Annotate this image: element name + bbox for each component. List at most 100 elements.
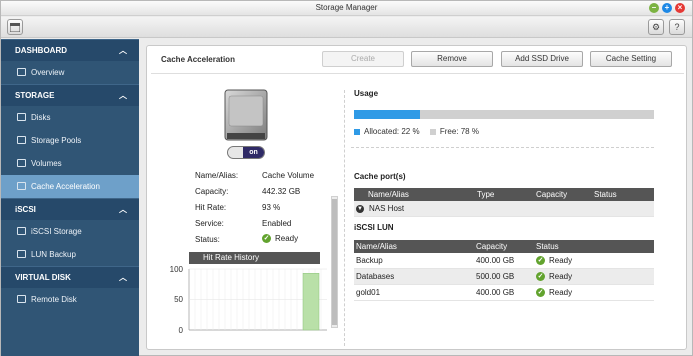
gear-icon[interactable]: ⚙ [648, 19, 664, 35]
create-button[interactable]: Create [322, 51, 404, 67]
check-icon: ✓ [536, 288, 545, 298]
sidebar-item-cache-acceleration[interactable]: Cache Acceleration [1, 175, 139, 198]
sidebar-item-remote-disk[interactable]: Remote Disk [1, 288, 139, 311]
remote-disk-icon [17, 295, 26, 303]
sidebar-section-label: DASHBOARD [15, 46, 67, 55]
table-cell: 400.00 GB [476, 288, 515, 297]
status-label: Status: [195, 235, 220, 244]
chevron-up-icon[interactable]: ︿ [119, 199, 127, 221]
name-value: Cache Volume [262, 171, 315, 180]
table-cell: Backup [356, 256, 383, 265]
sidebar-item-label: Remote Disk [31, 295, 77, 304]
hit-rate-history-header: Hit Rate History [189, 252, 320, 264]
sidebar-section-dashboard[interactable]: DASHBOARD ︿ [1, 39, 139, 61]
usage-allocated-fill [354, 110, 420, 119]
sidebar-item-disks[interactable]: Disks [1, 106, 139, 129]
capacity-label: Capacity: [195, 187, 229, 196]
iscsi-lun-table: Name/Alias Capacity Status Backup 400.00… [354, 240, 654, 301]
table-header: Name/Alias Capacity Status [354, 240, 654, 253]
table-header: Name/Alias Type Capacity Status [354, 188, 654, 201]
status-value: ✓ Ready [262, 234, 299, 244]
status-text: Ready [275, 234, 299, 243]
sidebar-item-label: Overview [31, 68, 65, 77]
table-cell: ✓ Ready [536, 253, 572, 269]
sidebar-item-label: Disks [31, 113, 51, 122]
capacity-value: 442.32 GB [262, 187, 301, 196]
table-row[interactable]: ▼ NAS Host [354, 201, 654, 217]
help-button[interactable]: ? [669, 19, 685, 35]
table-row[interactable]: Backup 400.00 GB ✓ Ready [354, 253, 654, 269]
maximize-icon[interactable]: + [662, 3, 672, 13]
iscsi-lun-title: iSCSI LUN [354, 223, 394, 232]
iscsi-icon [17, 227, 26, 235]
hit-rate-label: Hit Rate: [195, 203, 227, 212]
column-header: Name/Alias [356, 242, 397, 251]
cache-setting-button[interactable]: Cache Setting [590, 51, 672, 67]
free-label: Free: 78 % [439, 127, 479, 136]
check-icon: ✓ [536, 272, 545, 282]
column-divider [344, 90, 345, 346]
table-row[interactable]: gold01 400.00 GB ✓ Ready [354, 285, 654, 301]
sidebar-item-volumes[interactable]: Volumes [1, 152, 139, 175]
cache-ports-table: Name/Alias Type Capacity Status ▼ NAS Hos… [354, 188, 654, 217]
column-header: Status [594, 190, 617, 199]
close-icon[interactable]: × [675, 3, 685, 13]
sidebar-section-virtual-disk[interactable]: VIRTUAL DISK ︿ [1, 266, 139, 288]
sidebar-section-iscsi[interactable]: iSCSI ︿ [1, 198, 139, 220]
sidebar-section-label: VIRTUAL DISK [15, 273, 71, 282]
chevron-up-icon[interactable]: ︿ [119, 40, 127, 62]
cache-icon [17, 182, 26, 190]
minimize-icon[interactable]: – [649, 3, 659, 13]
sidebar-item-overview[interactable]: Overview [1, 61, 139, 84]
table-cell: ✓ Ready [536, 285, 572, 301]
sidebar-section-storage[interactable]: STORAGE ︿ [1, 84, 139, 106]
allocated-label: Allocated: 22 % [364, 127, 420, 136]
toolbar: ⚙ ? [1, 17, 692, 38]
table-cell: ✓ Ready [536, 269, 572, 285]
panel-title: Cache Acceleration [161, 55, 235, 64]
sidebar-item-storage-pools[interactable]: Storage Pools [1, 129, 139, 152]
sidebar-item-iscsi-storage[interactable]: iSCSI Storage [1, 220, 139, 243]
y-tick-label: 100 [170, 265, 184, 274]
sidebar-section-label: STORAGE [15, 91, 55, 100]
table-row[interactable]: Databases 500.00 GB ✓ Ready [354, 269, 654, 285]
column-header: Type [477, 190, 495, 199]
expand-icon[interactable]: ▼ [356, 204, 364, 213]
chevron-up-icon[interactable]: ︿ [119, 267, 127, 289]
column-header: Capacity [476, 242, 508, 251]
storage-manager-window: Storage Manager – + × ⚙ ? DASHBOARD ︿ Ov… [0, 0, 693, 356]
free-swatch [429, 128, 436, 135]
menu-icon[interactable] [7, 19, 23, 35]
status-text: Ready [549, 256, 573, 265]
column-header: Capacity [536, 190, 568, 199]
port-name: NAS Host [369, 204, 405, 213]
sidebar-item-lun-backup[interactable]: LUN Backup [1, 243, 139, 266]
cache-ports-title: Cache port(s) [354, 172, 406, 181]
table-cell: Databases [356, 272, 395, 281]
service-label: Service: [195, 219, 224, 228]
usage-legend: Allocated: 22 % Free: 78 % [354, 127, 479, 136]
ssd-drive-icon [224, 89, 268, 141]
name-label: Name/Alias: [195, 171, 239, 180]
overview-icon [17, 68, 26, 76]
status-text: Ready [549, 272, 573, 281]
table-cell: 400.00 GB [476, 256, 515, 265]
scrollbar-thumb[interactable] [332, 199, 337, 325]
usage-title: Usage [354, 89, 379, 98]
divider [351, 147, 654, 148]
check-icon: ✓ [536, 256, 545, 266]
hit-rate-history-chart: 100 50 0 [170, 265, 327, 334]
check-icon: ✓ [262, 234, 271, 244]
hit-rate-bar [302, 273, 320, 331]
cache-toggle[interactable]: on [227, 146, 265, 159]
chevron-up-icon[interactable]: ︿ [119, 85, 127, 107]
vertical-scrollbar[interactable] [331, 196, 338, 328]
remove-button[interactable]: Remove [411, 51, 493, 67]
table-cell: ▼ NAS Host [356, 201, 404, 217]
sidebar: DASHBOARD ︿ Overview STORAGE ︿ Disks Sto… [1, 39, 139, 356]
column-header: Name/Alias [368, 190, 409, 199]
table-cell: gold01 [356, 288, 381, 297]
add-ssd-drive-button[interactable]: Add SSD Drive [501, 51, 583, 67]
sidebar-item-label: iSCSI Storage [31, 227, 82, 236]
usage-bar [354, 110, 654, 119]
